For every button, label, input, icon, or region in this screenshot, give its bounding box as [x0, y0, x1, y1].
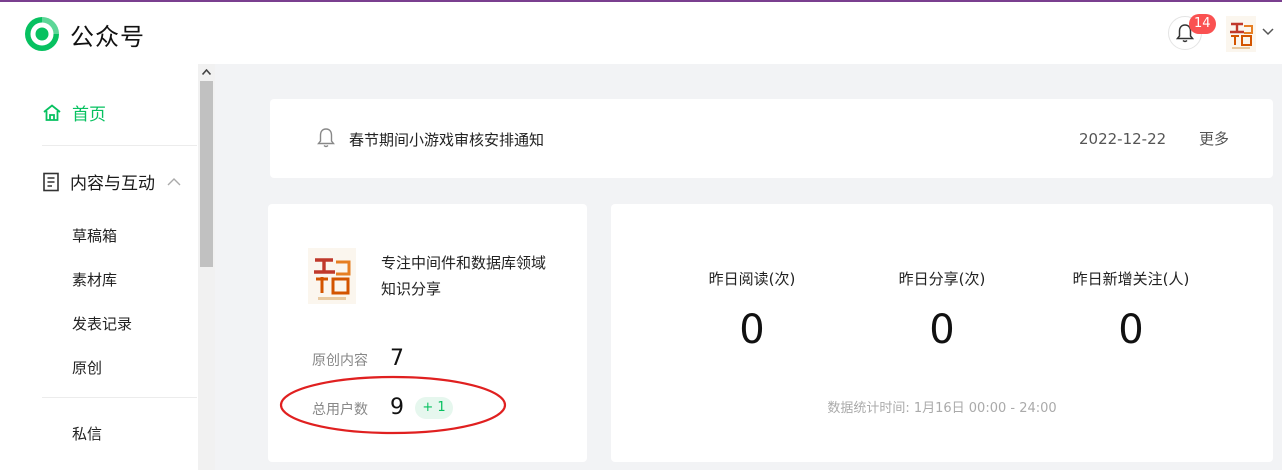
- sidebar-scrollbar[interactable]: [198, 64, 215, 470]
- stat-title: 昨日分享(次): [898, 270, 986, 288]
- account-description: 专注中间件和数据库领域知识分享: [381, 254, 547, 298]
- scroll-up-button[interactable]: [198, 64, 215, 80]
- sidebar-group-label: 内容与互动: [70, 174, 155, 194]
- stat-title: 昨日阅读(次): [708, 270, 796, 288]
- stat-value: 0: [1118, 307, 1144, 353]
- sidebar-item-materials[interactable]: 素材库: [72, 269, 117, 290]
- chevron-down-icon[interactable]: [1262, 28, 1274, 36]
- sidebar-item-original[interactable]: 原创: [72, 357, 102, 378]
- chevron-up-icon: [167, 178, 181, 186]
- sidebar-item-publish-records[interactable]: 发表记录: [72, 313, 132, 334]
- notice-date: 2022-12-22: [1079, 130, 1167, 148]
- sidebar-group-content[interactable]: 内容与互动: [42, 169, 192, 194]
- divider: [42, 145, 197, 146]
- arrow-up-icon: [202, 69, 211, 75]
- sidebar-item-label: 首页: [72, 105, 106, 125]
- stat-title: 昨日新增关注(人): [1072, 270, 1190, 288]
- sidebar-item-drafts[interactable]: 草稿箱: [72, 225, 117, 246]
- account-avatar: [308, 248, 356, 304]
- wechat-official-logo-icon: [25, 17, 59, 51]
- total-users-label: 总用户数: [312, 402, 368, 418]
- sidebar: 首页 内容与互动 草稿箱 素材库 发表记录 原创 私信: [0, 64, 215, 470]
- account-avatar-image: [308, 248, 356, 304]
- stat-value: 0: [929, 307, 955, 353]
- avatar-image: [1226, 16, 1256, 52]
- notification-badge: 14: [1189, 14, 1216, 34]
- divider: [42, 397, 197, 398]
- stats-time-note: 数据统计时间: 1月16日 00:00 - 24:00: [827, 401, 1057, 416]
- document-icon: [43, 172, 59, 191]
- total-users-value[interactable]: 9: [390, 395, 404, 420]
- original-content-value[interactable]: 7: [390, 346, 404, 371]
- notice-link[interactable]: 春节期间小游戏审核安排通知: [349, 129, 544, 150]
- bell-icon: [317, 128, 335, 148]
- sidebar-item-home[interactable]: 首页: [42, 100, 106, 125]
- app-logo[interactable]: 公众号: [24, 16, 145, 52]
- stat-value: 0: [739, 307, 765, 353]
- sidebar-item-messages[interactable]: 私信: [72, 423, 102, 444]
- app-title: 公众号: [70, 22, 145, 51]
- stat-reads[interactable]: 昨日阅读(次) 0: [652, 268, 852, 353]
- account-profile-card: 专注中间件和数据库领域知识分享 原创内容 7 总用户数 9 + 1: [268, 204, 587, 462]
- users-delta-badge: + 1: [415, 397, 453, 419]
- original-content-label: 原创内容: [312, 353, 368, 369]
- more-link[interactable]: 更多: [1199, 128, 1229, 149]
- stat-shares[interactable]: 昨日分享(次) 0: [842, 268, 1042, 353]
- yesterday-stats-card: 昨日阅读(次) 0 昨日分享(次) 0 昨日新增关注(人) 0 数据统计时间: …: [611, 204, 1273, 462]
- stat-new-followers[interactable]: 昨日新增关注(人) 0: [1031, 268, 1231, 353]
- notice-card: 春节期间小游戏审核安排通知 2022-12-22 更多: [270, 99, 1273, 178]
- scrollbar-thumb[interactable]: [200, 81, 213, 267]
- avatar[interactable]: [1226, 16, 1256, 52]
- top-bar: 公众号 14: [0, 0, 1282, 64]
- home-icon: [43, 103, 61, 121]
